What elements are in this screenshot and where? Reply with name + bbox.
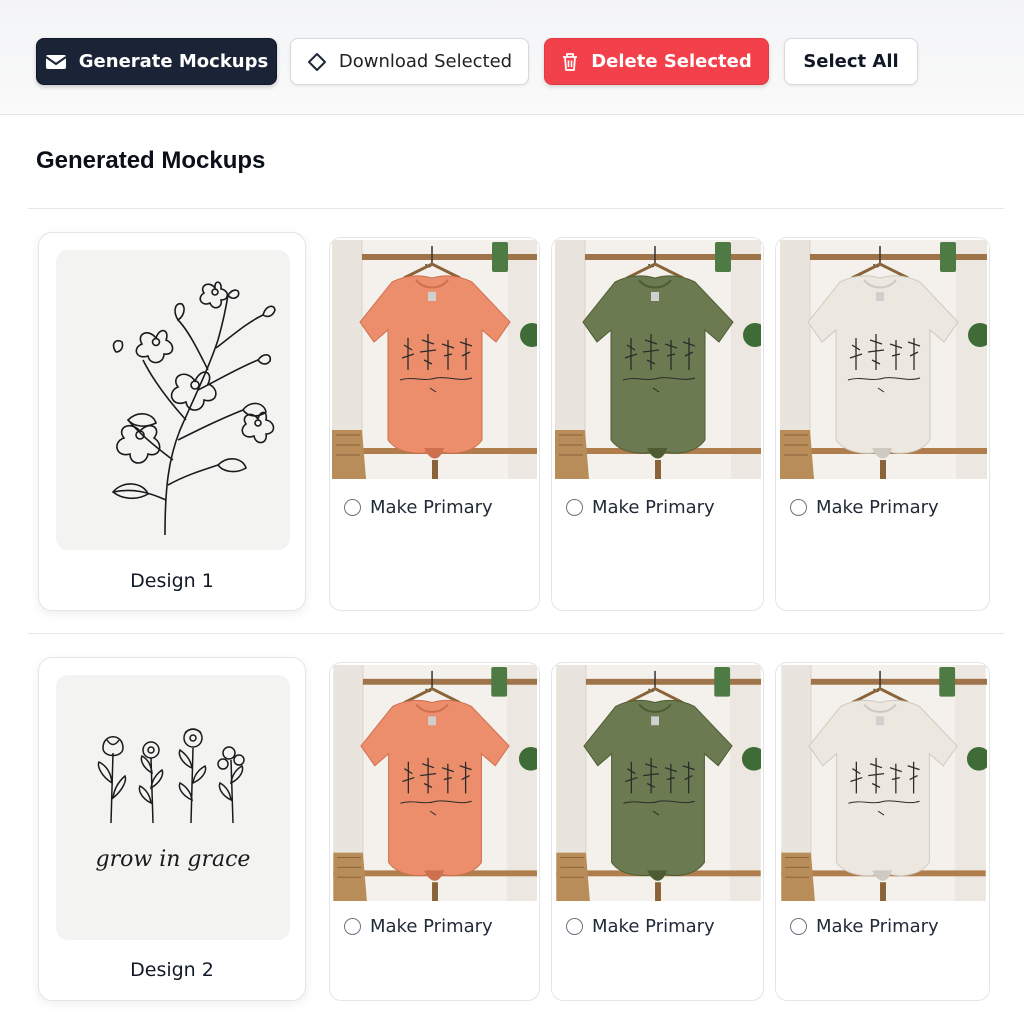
mockup-card[interactable]: Make Primary [551,237,764,611]
design-card[interactable]: grow in grace Design 2 [38,657,306,1001]
make-primary-radio[interactable]: Make Primary [790,497,939,518]
download-selected-button[interactable]: Download Selected [290,38,529,85]
design-label: Design 1 [130,570,214,592]
mockup-card[interactable]: Make Primary [775,237,990,611]
design-label: Design 2 [130,959,214,981]
generate-mockups-button[interactable]: Generate Mockups [36,38,277,85]
mockup-image [332,665,537,901]
make-primary-label: Make Primary [370,497,493,518]
make-primary-radio[interactable]: Make Primary [344,916,493,937]
radio-button[interactable] [344,918,361,935]
make-primary-label: Make Primary [592,916,715,937]
design-artwork-wildflowers: grow in grace [56,675,290,940]
section-divider [28,208,1004,209]
mockup-card[interactable]: Make Primary [329,662,540,1001]
make-primary-label: Make Primary [370,916,493,937]
design-card[interactable]: Design 1 [38,232,306,611]
select-all-button[interactable]: Select All [784,38,918,85]
make-primary-radio[interactable]: Make Primary [344,497,493,518]
mockup-image [554,240,761,479]
row-divider [28,633,1004,634]
design-art-text: grow in grace [96,847,251,872]
delete-selected-label: Delete Selected [591,51,752,72]
make-primary-label: Make Primary [592,497,715,518]
make-primary-label: Make Primary [816,916,939,937]
diamond-icon [307,52,327,72]
radio-button[interactable] [344,499,361,516]
envelope-icon [45,53,67,71]
mockup-image [778,240,987,479]
mockup-card[interactable]: Make Primary [551,662,764,1001]
download-selected-label: Download Selected [338,51,513,72]
mockup-image [332,240,537,479]
delete-selected-button[interactable]: Delete Selected [544,38,769,85]
make-primary-radio[interactable]: Make Primary [566,916,715,937]
section-title: Generated Mockups [36,147,266,174]
make-primary-radio[interactable]: Make Primary [566,497,715,518]
make-primary-label: Make Primary [816,497,939,518]
mockup-image [554,665,761,901]
make-primary-radio[interactable]: Make Primary [790,916,939,937]
trash-icon [561,52,579,72]
generate-mockups-label: Generate Mockups [78,51,269,72]
mockup-card[interactable]: Make Primary [329,237,540,611]
mockup-image [778,665,987,901]
design-artwork-floral-branch [56,250,290,550]
radio-button[interactable] [790,918,807,935]
radio-button[interactable] [566,499,583,516]
radio-button[interactable] [790,499,807,516]
radio-button[interactable] [566,918,583,935]
mockup-card[interactable]: Make Primary [775,662,990,1001]
select-all-label: Select All [803,51,899,72]
toolbar: Generate Mockups Download Selected Delet… [0,0,1024,115]
